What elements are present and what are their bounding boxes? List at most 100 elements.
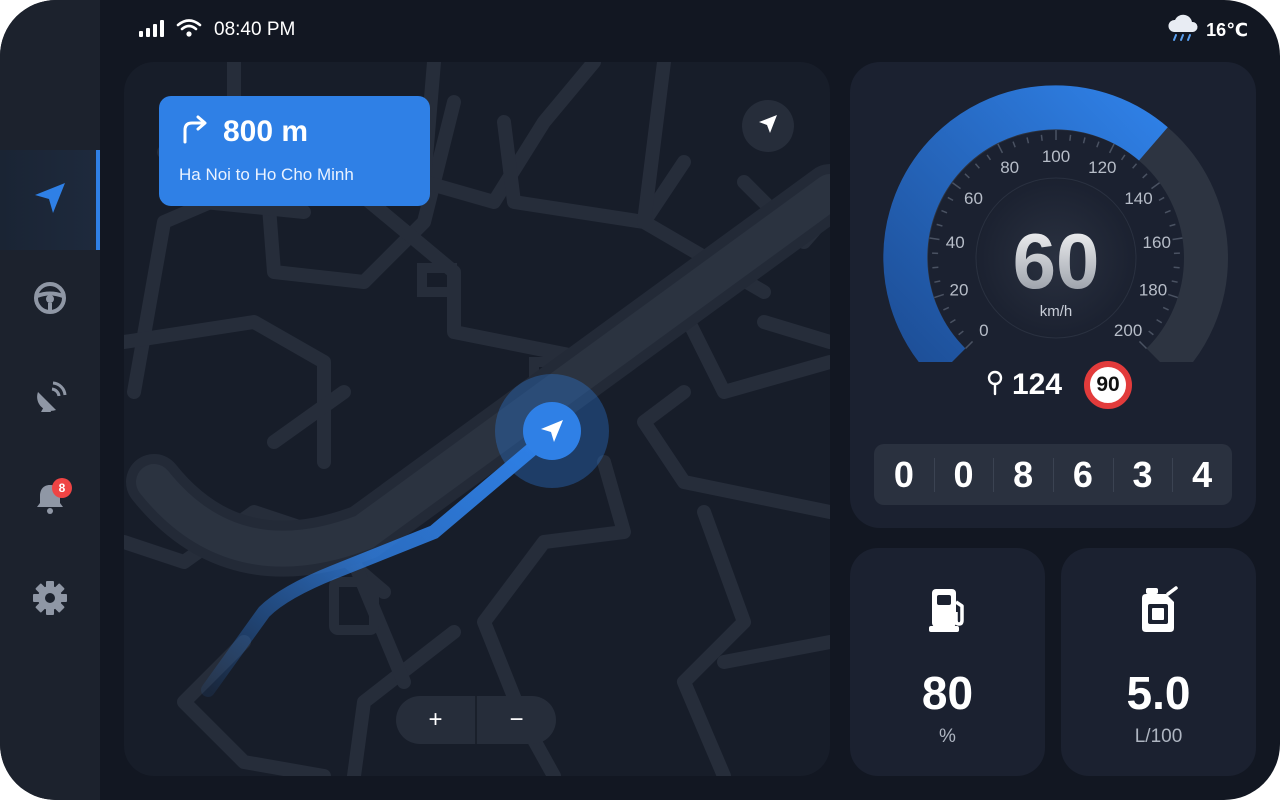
gauge-tick-label: 60 bbox=[964, 189, 983, 208]
speed-limit-value: 90 bbox=[1096, 373, 1120, 396]
notification-badge: 8 bbox=[52, 478, 72, 498]
map-panel[interactable]: 800 m Ha Noi to Ho Cho Minh + − bbox=[124, 62, 830, 776]
gauge-tick-mark bbox=[1171, 280, 1178, 283]
fuel-level-value: 80 bbox=[921, 667, 974, 719]
gauge-tick-label: 180 bbox=[1139, 281, 1167, 300]
odometer-digit: 6 bbox=[1053, 454, 1113, 496]
speedometer-panel: 0 20 40 60 80 100 120 140 160 180 200 60 km/h 124 … bbox=[850, 62, 1256, 528]
current-location-marker bbox=[495, 374, 609, 488]
navigation-arrow-icon bbox=[541, 420, 563, 442]
turn-distance: 800 m bbox=[223, 114, 309, 148]
trip-info-row: 124 90 bbox=[986, 360, 1133, 410]
gauge-tick-label: 80 bbox=[1000, 158, 1019, 177]
speed-unit: km/h bbox=[1040, 303, 1073, 320]
gauge-tick-mark bbox=[1151, 182, 1160, 190]
gauge-tick-mark bbox=[964, 340, 974, 350]
gauge-tick-mark bbox=[1069, 134, 1072, 141]
gauge-tick-label: 0 bbox=[979, 321, 988, 340]
fuel-consumption-card: 5.0 L/100 bbox=[1061, 548, 1256, 776]
navigation-arrow-icon bbox=[757, 113, 779, 140]
gauge-tick-mark bbox=[1162, 306, 1169, 311]
gauge-tick-mark bbox=[947, 196, 954, 201]
gauge-tick-label: 140 bbox=[1124, 189, 1152, 208]
gauge-tick-mark bbox=[952, 182, 961, 190]
sidebar-item-satellite[interactable] bbox=[0, 350, 100, 450]
gauge-tick-mark bbox=[1142, 173, 1148, 179]
status-bar-right: 16℃ bbox=[1166, 14, 1248, 47]
odometer-digit: 4 bbox=[1172, 454, 1232, 496]
gauge-tick-mark bbox=[941, 209, 948, 214]
recenter-button[interactable] bbox=[742, 100, 794, 152]
dashboard-screen: 8 08:40 PM 16℃ 800 m Ha Noi to Ho Cho Mi… bbox=[0, 0, 1280, 800]
odometer-digit: 0 bbox=[933, 454, 994, 496]
gauge-tick-mark bbox=[1120, 154, 1126, 161]
gauge-tick-mark bbox=[943, 306, 950, 311]
location-dot bbox=[523, 402, 581, 460]
gauge-tick-mark bbox=[934, 293, 945, 299]
sidebar-item-steering[interactable] bbox=[0, 250, 100, 350]
zoom-out-button[interactable]: − bbox=[477, 696, 556, 744]
gauge-tick-mark bbox=[974, 163, 980, 169]
gauge-tick-label: 40 bbox=[946, 233, 965, 252]
location-pin-icon bbox=[986, 370, 1004, 401]
sidebar-item-settings[interactable] bbox=[0, 550, 100, 650]
gauge-tick-mark bbox=[1148, 330, 1154, 336]
gauge-tick-mark bbox=[1012, 141, 1016, 148]
gauge-tick-mark bbox=[934, 280, 941, 283]
odometer-digit: 3 bbox=[1112, 454, 1173, 496]
gear-icon bbox=[32, 580, 68, 621]
odometer: 0 0 8 6 3 4 bbox=[874, 444, 1232, 505]
zoom-in-button[interactable]: + bbox=[396, 696, 475, 744]
gauge-tick-mark bbox=[986, 154, 992, 161]
fuel-level-card: 80 % bbox=[850, 548, 1045, 776]
fuel-pump-icon bbox=[928, 586, 968, 639]
speed-limit-sign: 90 bbox=[1084, 361, 1133, 409]
turn-right-icon bbox=[179, 114, 209, 149]
gauge-tick-mark bbox=[1138, 340, 1148, 350]
satellite-dish-icon bbox=[32, 380, 68, 421]
fuel-level-unit: % bbox=[939, 726, 956, 747]
gauge-tick-mark bbox=[949, 319, 956, 324]
sidebar-item-notifications[interactable]: 8 bbox=[0, 450, 100, 550]
rain-cloud-icon bbox=[1166, 14, 1200, 47]
clock-time: 08:40 PM bbox=[214, 19, 296, 40]
gauge-tick-mark bbox=[1096, 141, 1100, 148]
wifi-icon bbox=[176, 18, 202, 43]
gauge-tick-mark bbox=[936, 223, 943, 227]
fuel-consumption-value: 5.0 bbox=[1126, 667, 1191, 719]
sidebar-item-navigation[interactable] bbox=[0, 150, 100, 250]
speedometer-gauge: 0 20 40 60 80 100 120 140 160 180 200 60 km/h bbox=[883, 85, 1228, 362]
odometer-digit: 8 bbox=[993, 454, 1053, 496]
zoom-controls: + − bbox=[396, 696, 556, 744]
route-name: Ha Noi to Ho Cho Minh bbox=[179, 165, 354, 184]
gauge-tick-mark bbox=[1169, 223, 1176, 227]
gauge-tick-mark bbox=[1040, 134, 1043, 141]
current-speed: 60 bbox=[1013, 217, 1100, 305]
gauge-tick-mark bbox=[997, 143, 1004, 154]
gauge-tick-mark bbox=[1132, 163, 1138, 169]
fuel-consumption-unit: L/100 bbox=[1134, 726, 1183, 747]
gauge-tick-mark bbox=[1172, 237, 1183, 241]
gauge-tick-label: 200 bbox=[1114, 321, 1142, 340]
steering-wheel-icon bbox=[32, 280, 68, 321]
sidebar: 8 bbox=[0, 0, 100, 800]
gauge-tick-mark bbox=[1158, 196, 1165, 201]
gauge-tick-mark bbox=[1082, 137, 1086, 144]
gauge-tick-label: 20 bbox=[950, 281, 969, 300]
gauge-tick-mark bbox=[958, 330, 964, 336]
turn-by-turn-card[interactable]: 800 m Ha Noi to Ho Cho Minh bbox=[159, 96, 430, 206]
nav-distance-row: 800 m bbox=[179, 114, 410, 149]
navigation-arrow-icon bbox=[32, 180, 68, 221]
gauge-tick-mark bbox=[1164, 209, 1171, 214]
gauge-tick-mark bbox=[964, 173, 970, 179]
odometer-digit: 0 bbox=[893, 453, 914, 495]
temperature: 16℃ bbox=[1206, 19, 1248, 40]
fuel-can-icon bbox=[1138, 586, 1180, 639]
gauge-tick-mark bbox=[1026, 137, 1030, 144]
gauge-tick-mark bbox=[929, 237, 940, 241]
status-bar-left: 08:40 PM bbox=[138, 18, 295, 42]
gauge-tick-label: 160 bbox=[1143, 233, 1171, 252]
gauge-tick-mark bbox=[1108, 143, 1115, 154]
gauge-tick-mark bbox=[1156, 319, 1163, 324]
trip-distance: 124 bbox=[1012, 368, 1063, 401]
